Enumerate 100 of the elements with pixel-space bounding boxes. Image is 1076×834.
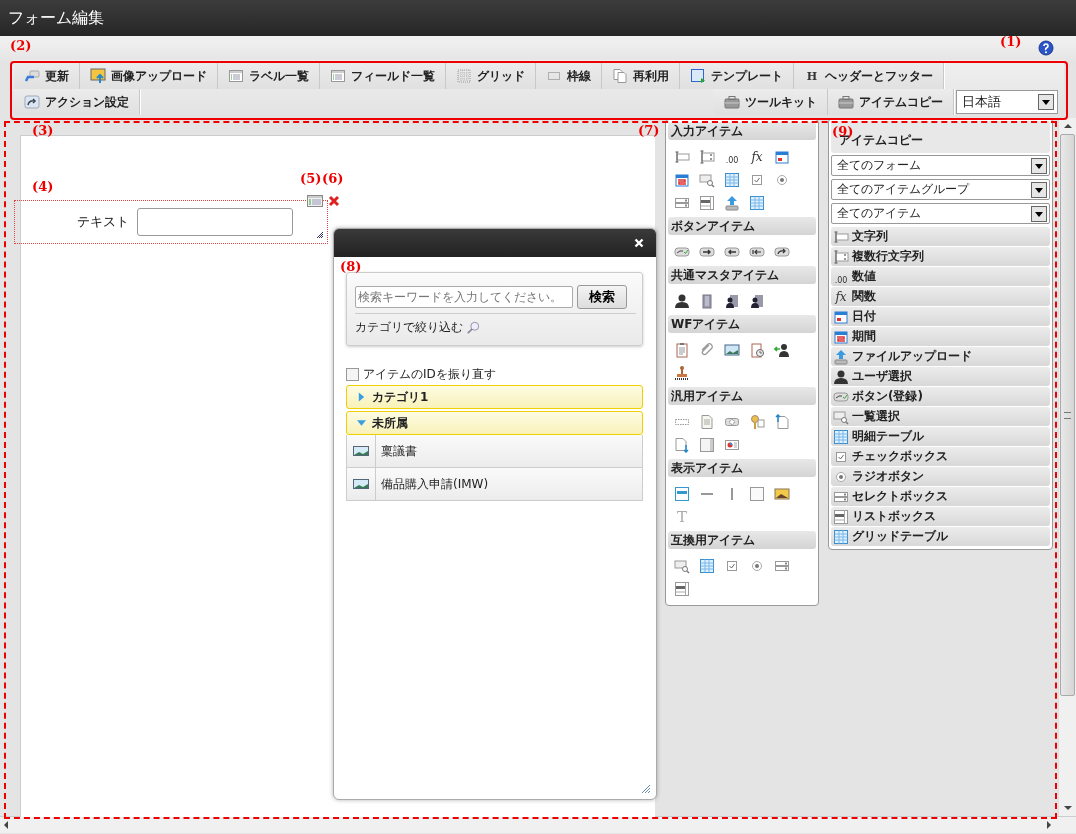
- upload-icon[interactable]: [724, 194, 740, 211]
- item-row[interactable]: 日付: [831, 307, 1050, 326]
- document-icon[interactable]: [699, 413, 715, 430]
- search-button[interactable]: 検索: [577, 285, 627, 309]
- user-icon: [833, 368, 849, 385]
- calendar-icon[interactable]: [774, 148, 790, 165]
- text-field-icon[interactable]: [674, 148, 690, 165]
- table-icon[interactable]: [749, 194, 765, 211]
- item-row[interactable]: セレクトボックス: [831, 487, 1050, 506]
- user-building-icon[interactable]: [749, 292, 765, 309]
- table-icon[interactable]: [724, 171, 740, 188]
- filter-select[interactable]: 全てのフォーム: [831, 155, 1050, 176]
- toolbar-tab[interactable]: 画像アップロード: [80, 63, 218, 89]
- document-upload-icon[interactable]: [774, 413, 790, 430]
- item-row[interactable]: .00 数値: [831, 267, 1050, 286]
- stamp-icon[interactable]: [674, 364, 690, 381]
- table-icon[interactable]: [699, 557, 715, 574]
- scroll-left-icon[interactable]: [4, 821, 8, 829]
- search-icon[interactable]: [466, 320, 480, 335]
- toolbar-tab[interactable]: ラベル一覧: [218, 63, 320, 89]
- user-icon[interactable]: [674, 292, 690, 309]
- item-label: 一覧選択: [852, 408, 900, 425]
- filter-select[interactable]: 全てのアイテム: [831, 203, 1050, 224]
- function-icon[interactable]: fx: [749, 148, 765, 165]
- scroll-thumb[interactable]: [1060, 134, 1075, 696]
- filter-select[interactable]: 全てのアイテムグループ: [831, 179, 1050, 200]
- lookup-icon[interactable]: [699, 171, 715, 188]
- building-icon[interactable]: [699, 292, 715, 309]
- listbox-icon[interactable]: [699, 194, 715, 211]
- checkbox[interactable]: [346, 368, 359, 381]
- image-icon[interactable]: [724, 341, 740, 358]
- user-arrow-icon[interactable]: [774, 341, 790, 358]
- clipboard-clock-icon[interactable]: [749, 341, 765, 358]
- toolbar-tab[interactable]: 再利用: [602, 63, 680, 89]
- toolbar-tab[interactable]: アイテムコピー: [828, 89, 954, 115]
- item-row[interactable]: チェックボックス: [831, 447, 1050, 466]
- item-label: 複数行文字列: [852, 248, 924, 265]
- vertical-scrollbar[interactable]: [1058, 118, 1076, 816]
- category-header[interactable]: カテゴリ1: [346, 385, 643, 409]
- textarea-icon[interactable]: [699, 148, 715, 165]
- delete-icon[interactable]: [328, 195, 340, 207]
- user-building-icon[interactable]: [724, 292, 740, 309]
- item-row[interactable]: 期間: [831, 327, 1050, 346]
- key-icon[interactable]: [749, 413, 765, 430]
- toolbar-tab[interactable]: テンプレート: [680, 63, 794, 89]
- form-row[interactable]: 稟議書: [346, 435, 643, 468]
- close-icon[interactable]: [634, 238, 644, 248]
- item-row[interactable]: ファイルアップロード: [831, 347, 1050, 366]
- item-row[interactable]: ユーザ選択: [831, 367, 1050, 386]
- photo-icon[interactable]: [774, 485, 790, 502]
- category-header[interactable]: 未所属: [346, 411, 643, 435]
- toolbar-tab[interactable]: フィールド一覧: [320, 63, 446, 89]
- function-icon: fx: [833, 288, 849, 305]
- triangle-down-icon: [357, 418, 366, 428]
- item-label: ボタン(登録): [852, 388, 923, 405]
- toolbar-tab[interactable]: 枠線: [536, 63, 602, 89]
- lookup-icon[interactable]: [674, 557, 690, 574]
- toolbar-tab[interactable]: 更新: [14, 63, 80, 89]
- documents-icon: [612, 68, 628, 84]
- help-icon[interactable]: [1038, 40, 1054, 56]
- item-row[interactable]: 明細テーブル: [831, 427, 1050, 446]
- item-label: ファイルアップロード: [852, 348, 972, 365]
- item-row[interactable]: リストボックス: [831, 507, 1050, 526]
- number-icon[interactable]: .00: [724, 148, 740, 165]
- resize-grip-icon[interactable]: [640, 783, 650, 793]
- section-title: WFアイテム: [671, 315, 741, 333]
- form-item-frame[interactable]: テキスト: [14, 200, 328, 244]
- language-select[interactable]: 日本語: [956, 90, 1058, 114]
- calendar-range-icon: [833, 328, 849, 345]
- search-field[interactable]: 検索キーワードを入力してください。: [355, 286, 573, 308]
- section-title: 共通マスタアイテム: [671, 266, 779, 284]
- item-row[interactable]: グリッドテーブル: [831, 527, 1050, 546]
- item-row[interactable]: 複数行文字列: [831, 247, 1050, 266]
- scroll-right-icon[interactable]: [1047, 821, 1051, 829]
- listbox-icon: [833, 508, 849, 525]
- scroll-up-icon[interactable]: [1063, 124, 1072, 128]
- toolbar-tab[interactable]: グリッド: [446, 63, 536, 89]
- calendar-range-icon[interactable]: [674, 171, 690, 188]
- filter-label: カテゴリで絞り込む: [355, 319, 463, 336]
- item-label: チェックボックス: [852, 448, 948, 465]
- resize-grip-icon[interactable]: [317, 232, 323, 238]
- label-bar-icon[interactable]: [674, 485, 690, 502]
- toolbar-tab[interactable]: H ヘッダーとフッター: [794, 63, 944, 89]
- item-row[interactable]: 一覧選択: [831, 407, 1050, 426]
- item-row[interactable]: 文字列: [831, 227, 1050, 246]
- calendar-icon: [833, 308, 849, 325]
- properties-icon[interactable]: [307, 195, 323, 207]
- text-input-field[interactable]: [137, 208, 293, 236]
- item-row[interactable]: ラジオボタン: [831, 467, 1050, 486]
- item-label: グリッドテーブル: [852, 528, 948, 545]
- square-icon[interactable]: [749, 485, 765, 502]
- listbox-icon[interactable]: [674, 580, 690, 597]
- clipboard-icon[interactable]: [674, 341, 690, 358]
- form-row[interactable]: 備品購入申請(IMW): [346, 468, 643, 501]
- panel-icon[interactable]: [699, 436, 715, 453]
- paperclip-icon[interactable]: [699, 341, 715, 358]
- item-row[interactable]: ボタン(登録): [831, 387, 1050, 406]
- scroll-down-icon[interactable]: [1063, 806, 1072, 810]
- document-download-icon[interactable]: [674, 436, 690, 453]
- item-row[interactable]: fx 関数: [831, 287, 1050, 306]
